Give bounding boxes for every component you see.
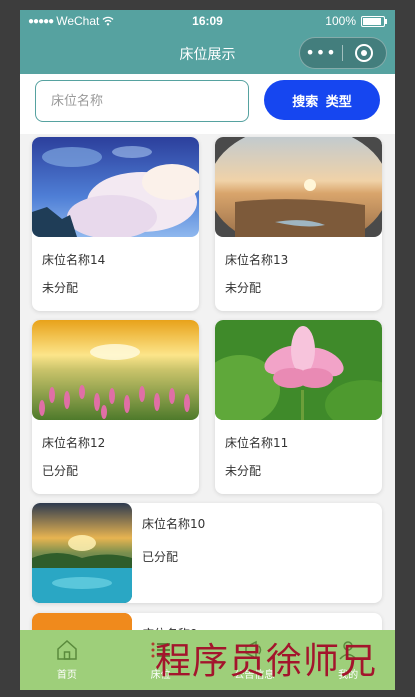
tab-label: 首页 [56,670,77,681]
mini-program-capsule: ••• [299,37,387,69]
search-area: 搜索 类型 [20,74,395,134]
bed-image [215,137,382,237]
tab-home[interactable]: 首页 [20,630,114,690]
status-bar: ●●●●● WeChat 16:09 100% [20,10,395,32]
close-mini-program-button[interactable] [343,44,385,62]
tab-label: 我的 [338,670,359,681]
user-icon [339,641,357,660]
bed-image [32,503,132,603]
tab-mine[interactable]: 我的 [301,630,395,690]
battery-icon [361,15,387,27]
bed-name: 床位名称14 [42,253,106,267]
tab-bar: 首页 床位 公告信息 我的 [20,630,395,690]
bed-status: 未分配 [42,281,79,295]
tab-label: 床位 [150,670,171,681]
bed-status: 未分配 [225,281,262,295]
bed-card[interactable]: 床位名称12 已分配 [32,320,199,494]
tab-label: 公告信息 [234,670,275,681]
bed-status: 已分配 [42,464,79,478]
bed-card[interactable]: 床位名称13 未分配 [215,137,382,311]
bed-status: 未分配 [225,464,262,478]
bed-name: 床位名称13 [225,253,289,267]
tab-beds[interactable]: 床位 [114,630,208,690]
bed-name-search-input[interactable] [35,80,249,122]
bed-image [215,320,382,420]
bed-image [32,320,199,420]
tab-notices[interactable]: 公告信息 [208,630,302,690]
more-icon[interactable]: ••• [300,38,342,68]
home-icon [57,639,77,660]
status-right: 100% [325,14,387,28]
bed-card[interactable]: 床位名称14 未分配 [32,137,199,311]
nav-bar: 床位展示 ••• [20,32,395,74]
bed-card[interactable]: 床位名称10 已分配 [32,503,382,603]
bed-card[interactable]: 床位名称11 未分配 [215,320,382,494]
record-icon [355,44,373,62]
list-icon [151,642,170,658]
phone-screen: ●●●●● WeChat 16:09 100% 床位展示 ••• 搜索 类型 [20,10,395,690]
bed-status: 已分配 [142,550,179,564]
bed-image [32,137,199,237]
bed-name: 床位名称11 [225,436,289,450]
search-type-button[interactable]: 搜索 类型 [264,80,380,120]
notice-icon [245,640,262,660]
bed-name: 床位名称10 [142,517,206,531]
battery-percent: 100% [325,14,356,28]
bed-name: 床位名称12 [42,436,106,450]
